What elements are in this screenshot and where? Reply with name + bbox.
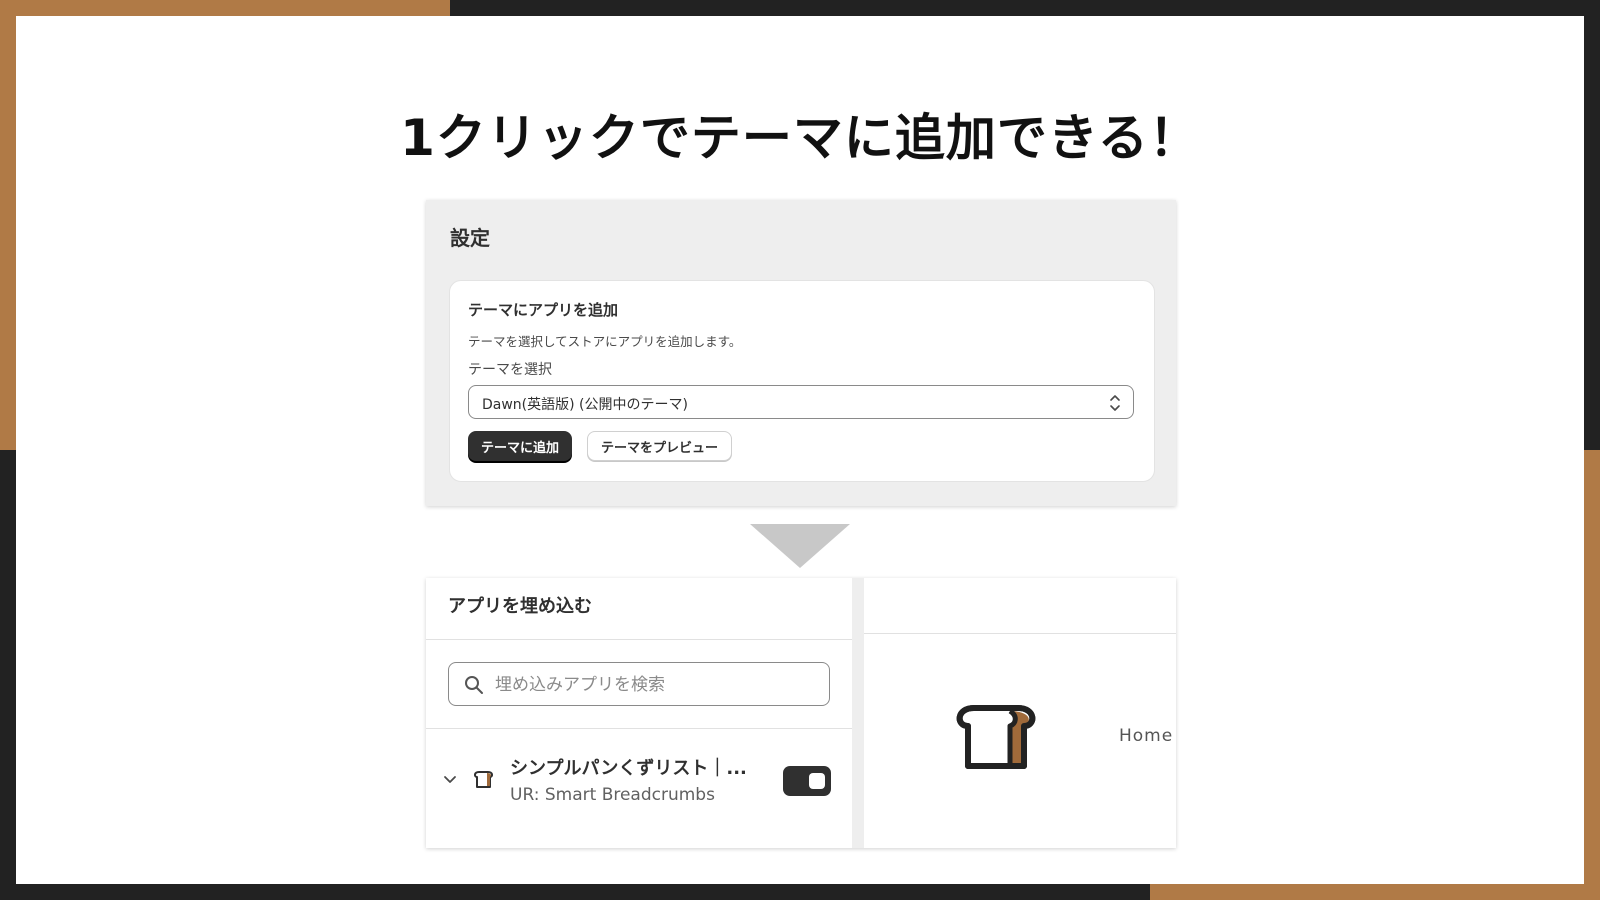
theme-select[interactable]: Dawn(英語版) (公開中のテーマ) — [468, 385, 1134, 419]
theme-select-value: Dawn(英語版) (公開中のテーマ) — [482, 397, 688, 413]
app-embeds-title: アプリを埋め込む — [448, 596, 592, 617]
app-embeds-panel: アプリを埋め込む シンプルパンくずリスト｜... UR: Smart Bread… — [426, 578, 1176, 848]
search-input[interactable] — [493, 669, 817, 701]
bread-icon — [956, 705, 1036, 769]
toggle-knob — [809, 773, 825, 789]
app-embed-toggle[interactable] — [783, 766, 831, 796]
app-embeds-sidebar: アプリを埋め込む シンプルパンくずリスト｜... UR: Smart Bread… — [426, 578, 852, 848]
divider — [864, 633, 1176, 634]
theme-preview: Home — [864, 578, 1176, 848]
card-description: テーマを選択してストアにアプリを追加します。 — [468, 334, 742, 349]
card-title: テーマにアプリを追加 — [468, 301, 619, 319]
divider — [426, 728, 852, 729]
app-name: シンプルパンくずリスト｜... — [510, 758, 747, 779]
app-subtitle: UR: Smart Breadcrumbs — [510, 785, 715, 805]
preview-theme-button[interactable]: テーマをプレビュー — [587, 431, 733, 461]
chevron-down-icon[interactable] — [442, 774, 458, 786]
down-arrow-icon — [750, 524, 850, 568]
theme-select-label: テーマを選択 — [468, 362, 552, 378]
settings-panel: 設定 テーマにアプリを追加 テーマを選択してストアにアプリを追加します。 テーマ… — [426, 200, 1176, 506]
select-chevrons-icon — [1110, 395, 1120, 411]
bread-icon — [473, 771, 494, 788]
slide-canvas: 1クリックでテーマに追加できる！ 設定 テーマにアプリを追加 テーマを選択してス… — [16, 16, 1584, 884]
add-to-theme-button[interactable]: テーマに追加 — [468, 431, 573, 461]
breadcrumb-home-link[interactable]: Home — [1119, 726, 1173, 746]
divider — [426, 639, 852, 640]
settings-title: 設定 — [450, 226, 490, 250]
search-icon — [465, 676, 483, 694]
headline: 1クリックでテーマに追加できる！ — [400, 109, 1200, 167]
search-box[interactable] — [448, 662, 830, 706]
add-app-to-theme-card: テーマにアプリを追加 テーマを選択してストアにアプリを追加します。 テーマを選択… — [449, 280, 1155, 482]
